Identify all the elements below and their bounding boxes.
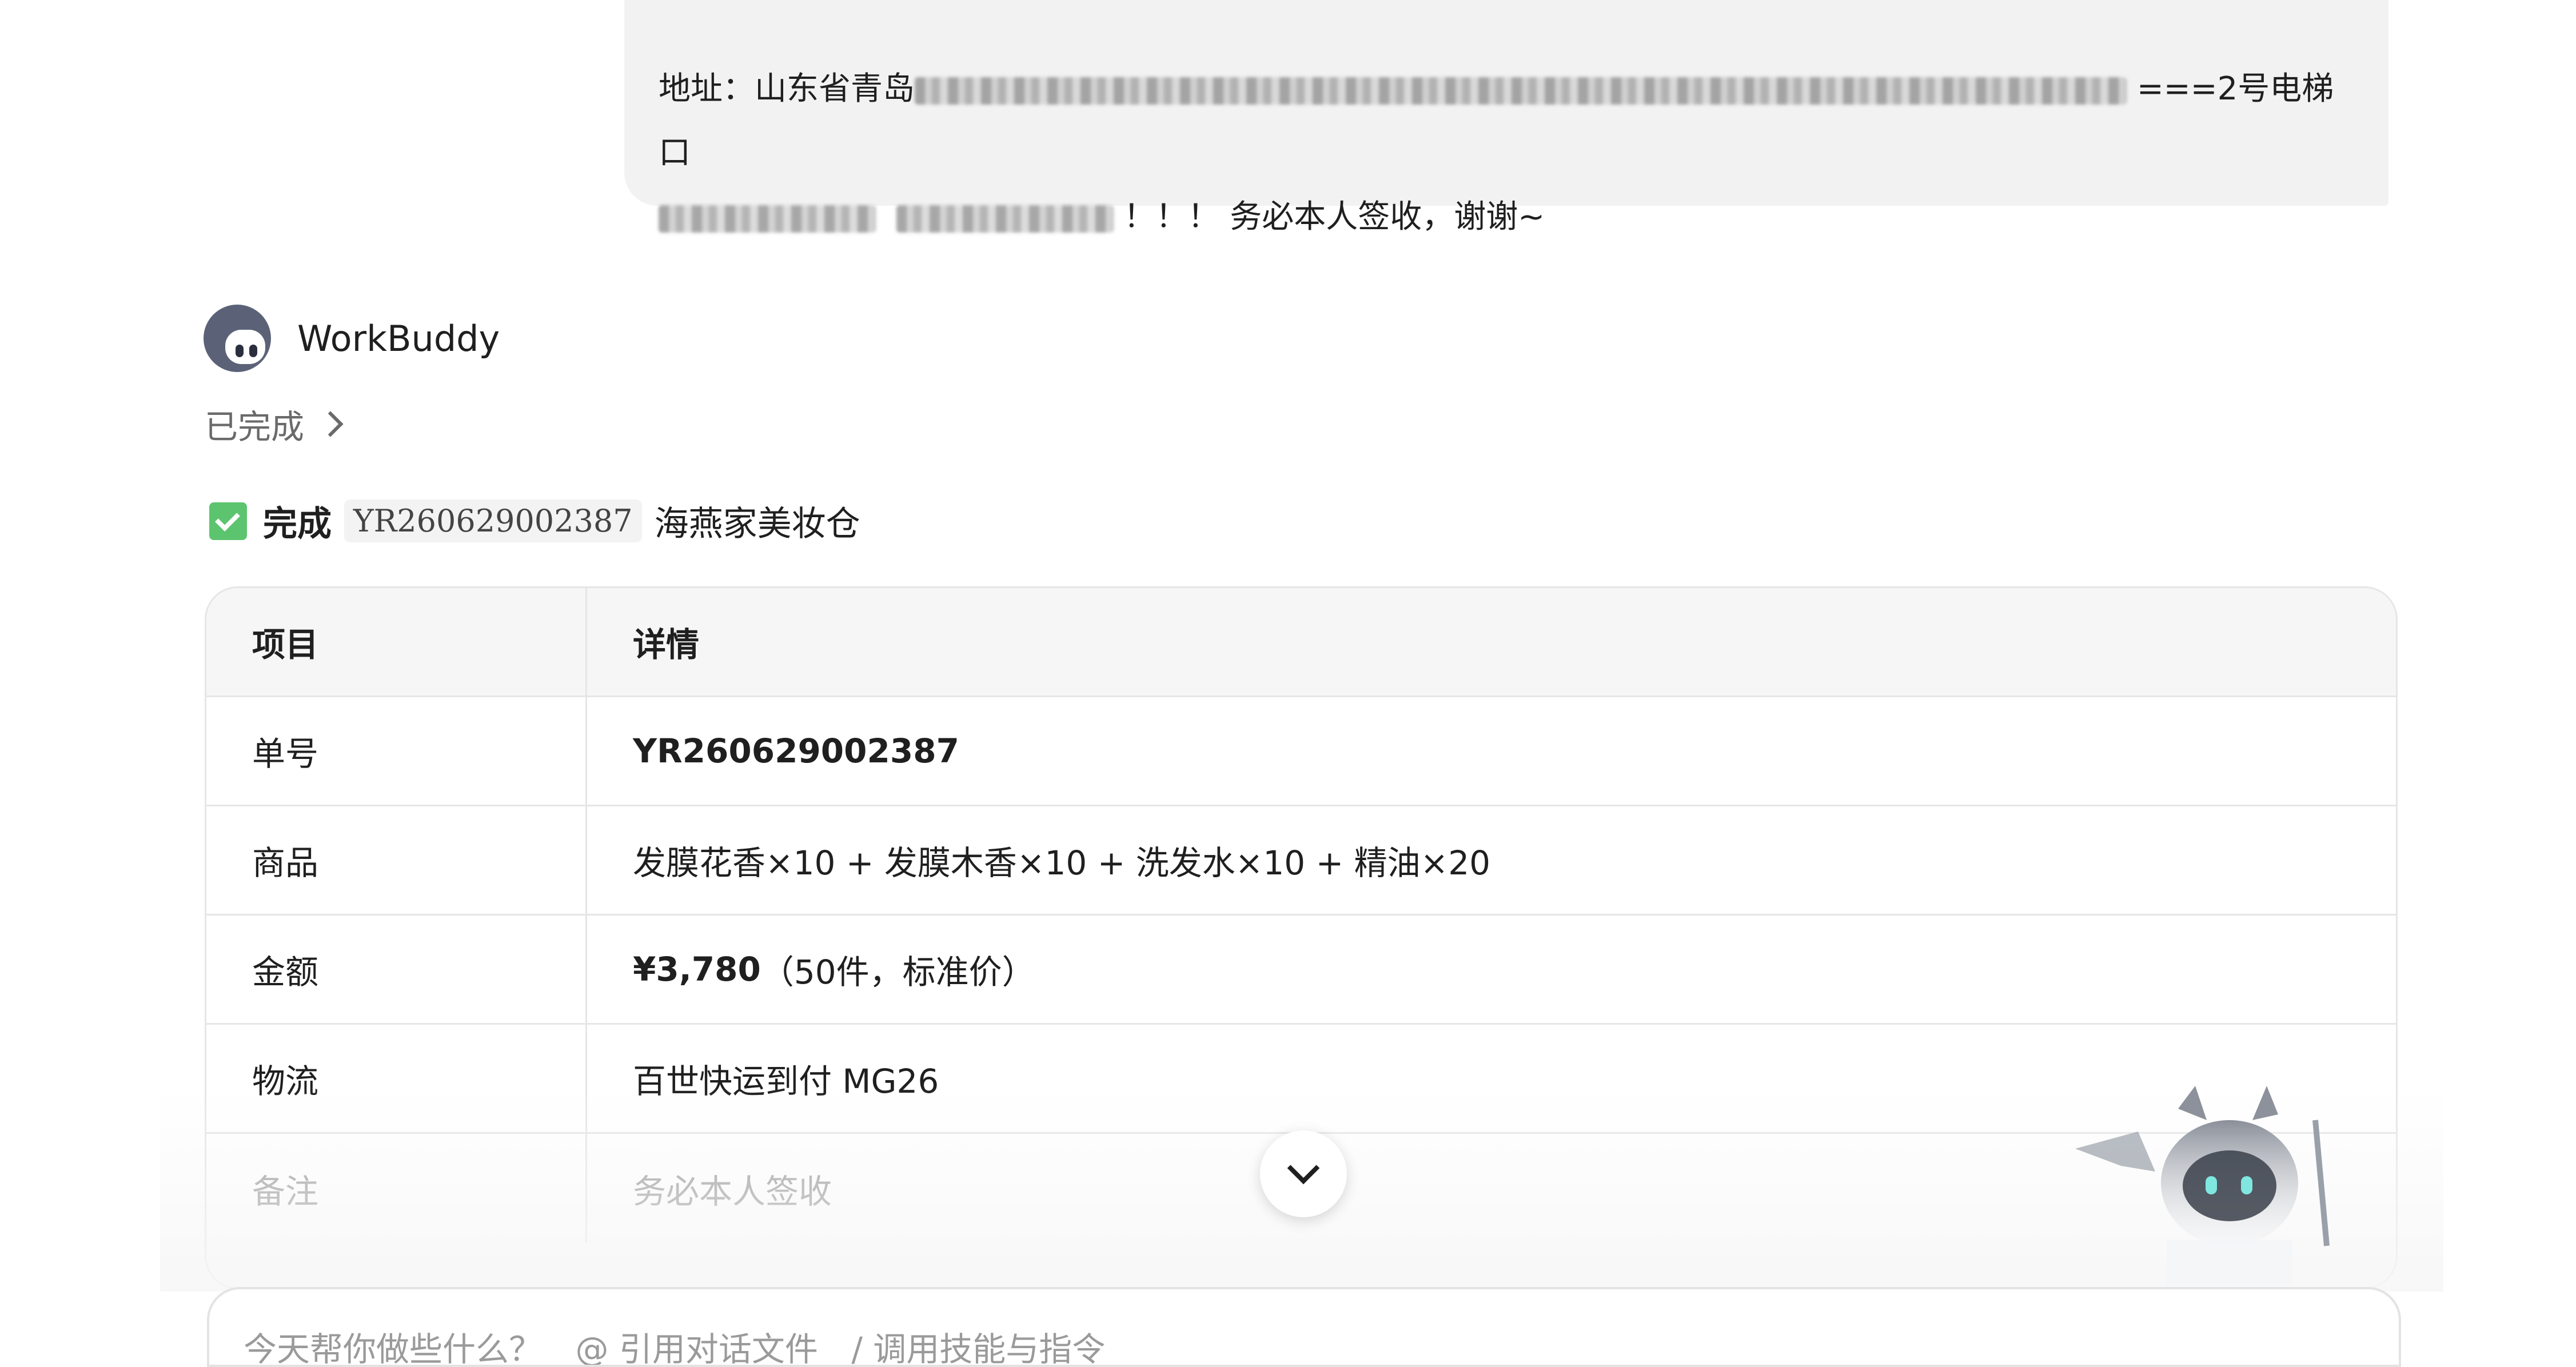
- done-label: 完成: [263, 504, 332, 544]
- assistant-name: WorkBuddy: [297, 317, 500, 359]
- order-code: YR260629002387: [344, 499, 642, 542]
- result-summary: 完成 YR260629002387 海燕家美妆仓: [209, 496, 860, 546]
- user-message-bubble: 地址：山东省青岛 ===2号电梯口 ！！！ 务必本人签收，谢谢~: [624, 0, 2388, 235]
- address-prefix: 地址：山东省青岛: [659, 70, 915, 107]
- redacted-phone-blur: [896, 205, 1114, 233]
- row-key: 物流: [206, 1025, 587, 1132]
- status-label: 已完成: [205, 407, 305, 446]
- table-row: 单号 YR260629002387: [206, 697, 2396, 806]
- message-composer[interactable]: 今天帮你做些什么？ @ 引用对话文件 / 调用技能与指令: [207, 1287, 2401, 1367]
- chevron-right-icon: [317, 411, 344, 437]
- completion-status-toggle[interactable]: 已完成: [205, 400, 344, 448]
- row-key: 备注: [206, 1134, 587, 1243]
- header-value: 详情: [633, 625, 700, 664]
- redacted-name-blur: [659, 205, 876, 233]
- user-message-line-2: ！！！ 务必本人签收，谢谢~: [659, 185, 2356, 249]
- slash-command-hint: / 调用技能与指令: [851, 1330, 1106, 1367]
- header-key: 项目: [206, 588, 587, 696]
- mascot-robot-icon: [2075, 1086, 2330, 1286]
- table-header-row: 项目 详情: [206, 588, 2396, 697]
- row-value: ¥3,780 （50件，标准价）: [587, 916, 2396, 1023]
- avatar-eye-icon: [236, 345, 244, 357]
- row-key: 金额: [206, 916, 587, 1023]
- row-value: YR260629002387: [633, 732, 959, 770]
- row-key: 商品: [206, 806, 587, 914]
- assistant-header: WorkBuddy: [204, 304, 500, 373]
- redacted-address-blur: [915, 77, 2127, 105]
- check-mark-icon: [209, 502, 247, 540]
- row-key: 单号: [206, 697, 587, 805]
- row-value: 发膜花香×10 + 发膜木香×10 + 洗发水×10 + 精油×20: [633, 844, 1491, 882]
- warehouse-name: 海燕家美妆仓: [654, 504, 860, 544]
- avatar-face-icon: [225, 330, 265, 364]
- table-row: 金额 ¥3,780 （50件，标准价）: [206, 916, 2396, 1025]
- avatar-eye-icon: [249, 345, 257, 357]
- amount-value: ¥3,780: [633, 950, 761, 989]
- table-row: 物流 百世快运到付 MG26: [206, 1025, 2396, 1134]
- amount-note: （50件，标准价）: [760, 953, 1035, 992]
- scroll-down-button[interactable]: [1260, 1130, 1347, 1217]
- composer-placeholder: 今天帮你做些什么？: [244, 1330, 543, 1367]
- user-message-line-1: 地址：山东省青岛 ===2号电梯口: [659, 57, 2356, 185]
- table-row: 商品 发膜花香×10 + 发膜木香×10 + 洗发水×10 + 精油×20: [206, 806, 2396, 916]
- assistant-avatar: [204, 305, 271, 372]
- mention-file-hint: @ 引用对话文件: [575, 1330, 818, 1367]
- message-closing: ！！！ 务必本人签收，谢谢~: [1123, 198, 1545, 235]
